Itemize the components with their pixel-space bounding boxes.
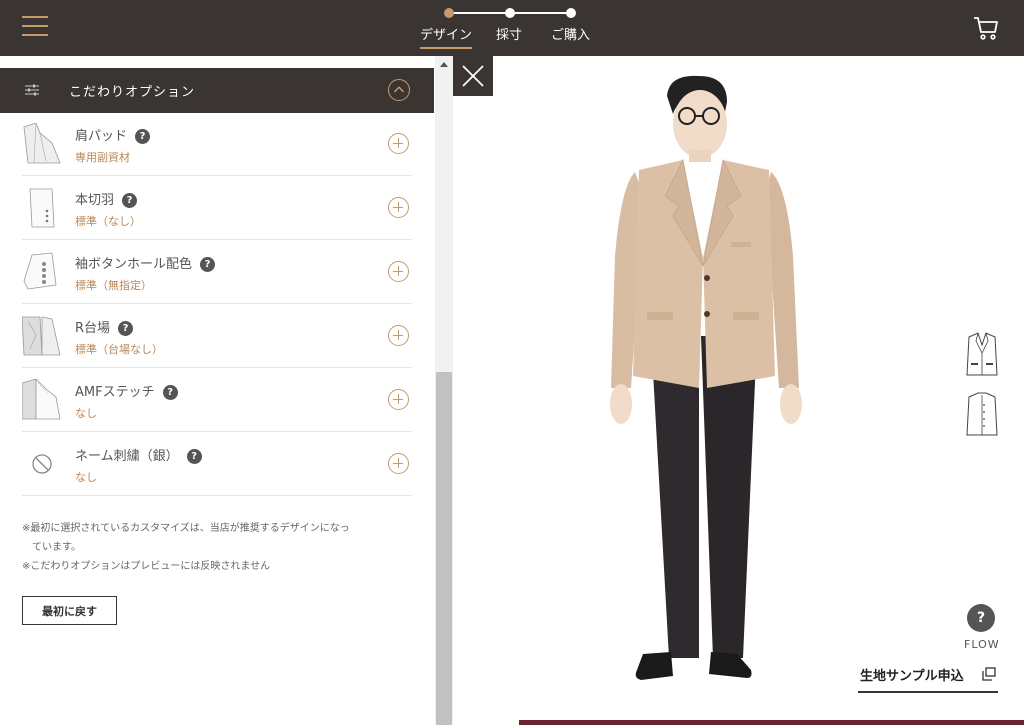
option-row-name-embroidery[interactable]: ネーム刺繍（銀）? なし [22, 433, 412, 496]
option-name: 袖ボタンホール配色? [75, 253, 216, 272]
help-icon[interactable]: ? [200, 257, 216, 272]
note-line-3: ※こだわりオプションはプレビューには反映されません [22, 561, 271, 572]
option-value: 標準（無指定） [75, 279, 152, 292]
option-row-sleeve-buttonhole-color[interactable]: 袖ボタンホール配色? 標準（無指定） [22, 241, 412, 304]
flow-label[interactable]: FLOW [964, 638, 1000, 651]
menu-icon[interactable] [22, 15, 48, 37]
flow-help-icon[interactable]: ? [967, 604, 995, 632]
option-value: なし [75, 407, 97, 420]
step-dot-purchase [566, 8, 576, 18]
preview-area: ? FLOW 生地サンプル申込 [453, 56, 1024, 725]
option-row-amf-stitch[interactable]: AMFステッチ? なし [22, 369, 412, 432]
option-name: ネーム刺繍（銀）? [75, 445, 202, 464]
lining-icon [22, 316, 61, 356]
scrollbar[interactable] [435, 56, 453, 725]
help-icon[interactable]: ? [122, 193, 138, 208]
sleeve-buttons-icon [23, 252, 57, 290]
option-name: 本切羽? [75, 189, 138, 208]
note-line-1: ※最初に選択されているカスタマイズは、当店が推奨するデザインになっ [22, 523, 350, 534]
note-line-2: ています。 [22, 542, 81, 553]
vest-back-view-icon[interactable] [963, 391, 1001, 439]
scroll-up-arrow-icon[interactable] [440, 62, 448, 67]
jacket-front-view-icon[interactable] [963, 331, 1001, 379]
external-window-icon [982, 667, 996, 681]
fabric-sample-label: 生地サンプル申込 [860, 669, 964, 684]
options-panel-header[interactable]: こだわりオプション [0, 68, 434, 113]
step-dot-design [444, 8, 454, 18]
option-value: 標準（なし） [75, 215, 141, 228]
fabric-sample-request-link[interactable]: 生地サンプル申込 [858, 659, 998, 693]
suit-model-image [610, 75, 802, 680]
options-panel-title: こだわりオプション [69, 85, 196, 100]
settings-sliders-icon [25, 84, 39, 96]
step-dot-measure [505, 8, 515, 18]
close-icon[interactable] [453, 56, 493, 96]
step-purchase[interactable]: ご購入 [551, 24, 590, 43]
help-icon[interactable]: ? [135, 129, 151, 144]
shoulder-pad-icon [23, 123, 61, 164]
reset-button[interactable]: 最初に戻す [22, 596, 117, 625]
collapse-chevron-icon[interactable] [388, 79, 410, 101]
top-bar: デザイン 採寸 ご購入 [0, 0, 1024, 56]
expand-plus-icon[interactable] [388, 389, 409, 410]
option-name: AMFステッチ? [75, 381, 178, 400]
expand-plus-icon[interactable] [388, 133, 409, 154]
scrollbar-thumb[interactable] [436, 372, 452, 725]
option-row-sleeve-cuff[interactable]: 本切羽? 標準（なし） [22, 177, 412, 240]
help-icon[interactable]: ? [186, 449, 202, 464]
step-measure[interactable]: 採寸 [496, 24, 522, 43]
step-design[interactable]: デザイン [420, 24, 473, 49]
expand-plus-icon[interactable] [388, 197, 409, 218]
expand-plus-icon[interactable] [388, 325, 409, 346]
option-row-r-daiba[interactable]: R台場? 標準（台場なし） [22, 305, 412, 368]
expand-plus-icon[interactable] [388, 453, 409, 474]
cart-icon[interactable] [972, 14, 1000, 42]
expand-plus-icon[interactable] [388, 261, 409, 282]
option-value: なし [75, 471, 97, 484]
option-name: R台場? [75, 317, 134, 336]
no-embroidery-icon [32, 454, 52, 474]
lapel-stitch-icon [22, 379, 61, 420]
options-panel: こだわりオプション 肩パッド? 専用副資材 本切羽? 標準（なし） 袖ボタンホー… [0, 56, 453, 725]
option-value: 専用副資材 [75, 151, 130, 164]
help-icon[interactable]: ? [118, 321, 134, 336]
option-value: 標準（台場なし） [75, 343, 163, 356]
bottom-accent-bar [519, 720, 1024, 725]
progress-steps: デザイン 採寸 ご購入 [420, 6, 600, 52]
help-icon[interactable]: ? [162, 385, 178, 400]
option-row-shoulder-pad[interactable]: 肩パッド? 専用副資材 [22, 113, 412, 176]
sleeve-cuff-icon [29, 188, 55, 228]
option-name: 肩パッド? [75, 125, 151, 144]
